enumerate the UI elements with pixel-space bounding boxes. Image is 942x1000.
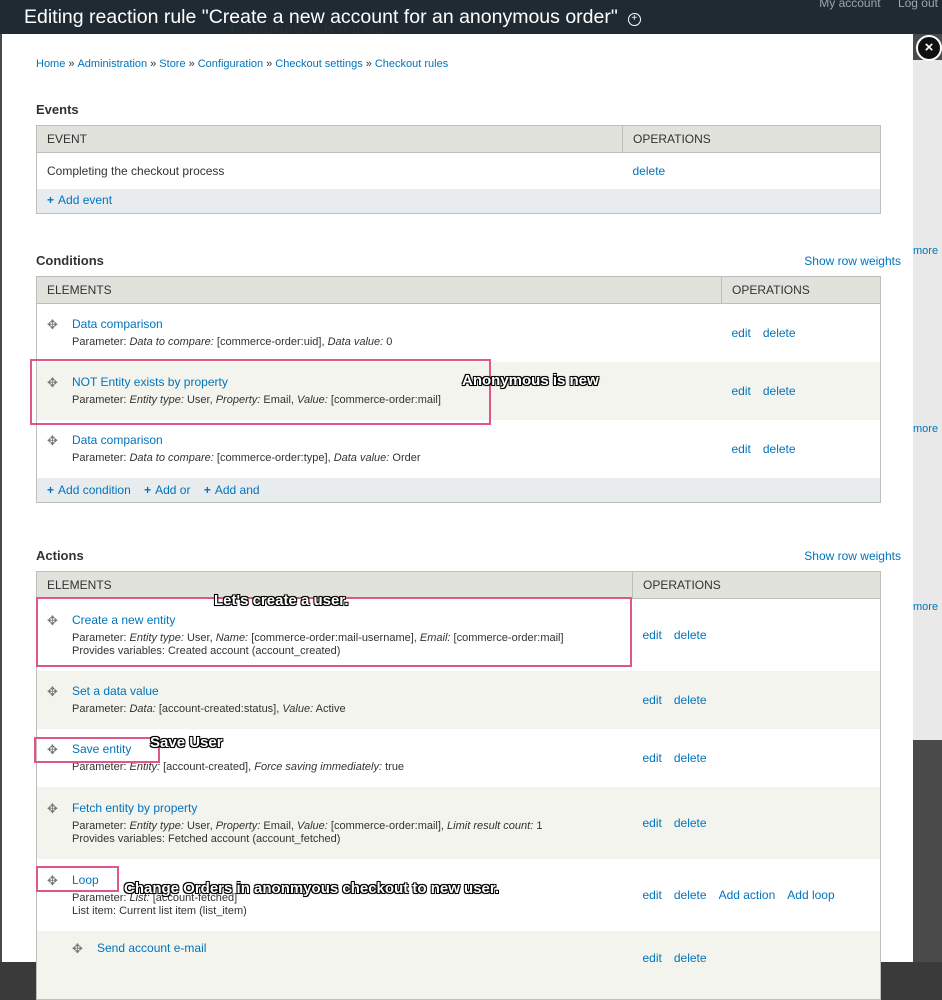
events-heading: Events <box>36 102 79 117</box>
actions-show-row-weights-link[interactable]: Show row weights <box>804 549 901 563</box>
plus-icon: + <box>47 483 55 497</box>
action-provides: List item: Current list item (list_item) <box>72 904 247 917</box>
table-row: Completing the checkout process delete <box>36 152 881 189</box>
action-edit-link[interactable]: edit <box>643 816 662 830</box>
annotation-change-orders: Change Orders in anonmyous checkout to n… <box>124 880 500 897</box>
conditions-heading: Conditions <box>36 253 104 268</box>
condition-delete-link[interactable]: delete <box>763 326 796 340</box>
drag-handle-icon[interactable]: ✥ <box>47 317 58 333</box>
drag-handle-icon[interactable]: ✥ <box>72 941 83 957</box>
breadcrumb-store[interactable]: Store <box>159 58 185 70</box>
action-title-link[interactable]: Set a data value <box>72 684 159 698</box>
background-user-links: My account Log out <box>805 0 938 10</box>
condition-parameters: Parameter: Data to compare: [commerce-or… <box>72 336 393 348</box>
breadcrumb-home[interactable]: Home <box>36 58 65 70</box>
annotation-anonymous-is-new: Anonymous is new <box>462 372 599 389</box>
events-table: EVENT OPERATIONS Completing the checkout… <box>36 125 881 214</box>
add-loop-link[interactable]: Add loop <box>787 888 834 902</box>
plus-icon: + <box>47 193 55 207</box>
condition-delete-link[interactable]: delete <box>763 384 796 398</box>
events-header-operations: OPERATIONS <box>622 125 881 153</box>
conditions-footer: + Add condition + Add or + Add and <box>36 478 881 503</box>
action-parameters: Parameter: Entity type: User, Property: … <box>72 819 543 832</box>
condition-edit-link[interactable]: edit <box>732 442 751 456</box>
log-out-link: Log out <box>897 0 938 10</box>
conditions-header-operations: OPERATIONS <box>721 276 881 304</box>
action-edit-link[interactable]: edit <box>643 628 662 642</box>
condition-delete-link[interactable]: delete <box>763 442 796 456</box>
background-sidebar <box>913 60 942 740</box>
add-and-link[interactable]: + Add and <box>204 483 260 497</box>
add-event-label: Add event <box>58 193 113 207</box>
action-edit-link[interactable]: edit <box>643 751 662 765</box>
breadcrumb-administration[interactable]: Administration <box>77 58 147 70</box>
condition-title-link[interactable]: Data comparison <box>72 317 163 331</box>
condition-parameters: Parameter: Data to compare: [commerce-or… <box>72 452 421 464</box>
drag-handle-icon[interactable]: ✥ <box>47 684 58 700</box>
action-delete-link[interactable]: delete <box>674 693 707 707</box>
background-more-link: more <box>913 601 939 613</box>
annotation-box-loop <box>36 866 119 892</box>
action-delete-link[interactable]: delete <box>674 628 707 642</box>
conditions-show-row-weights-link[interactable]: Show row weights <box>804 254 901 268</box>
breadcrumb: Home» Administration» Store» Configuration»… <box>36 58 449 70</box>
add-and-label: Add and <box>214 483 260 497</box>
events-header-event: EVENT <box>36 125 623 153</box>
background-more-link: more <box>913 423 939 435</box>
table-row: ✥ Set a data value Parameter: Data: [acc… <box>36 671 881 729</box>
action-title-link[interactable]: Fetch entity by property <box>72 801 197 815</box>
event-name: Completing the checkout process <box>36 152 623 189</box>
plus-icon: + <box>203 483 211 497</box>
conditions-header-elements: ELEMENTS <box>36 276 722 304</box>
action-title-link[interactable]: Send account e-mail <box>97 941 206 955</box>
table-row: ✥ Fetch entity by property Parameter: En… <box>36 787 881 859</box>
actions-header-operations: OPERATIONS <box>632 571 881 599</box>
drag-handle-icon[interactable]: ✥ <box>47 433 58 449</box>
add-event-link[interactable]: + Add event <box>47 193 112 207</box>
action-delete-link[interactable]: delete <box>674 888 707 902</box>
add-condition-link[interactable]: + Add condition <box>47 483 131 497</box>
add-or-link[interactable]: + Add or <box>144 483 190 497</box>
action-edit-link[interactable]: edit <box>643 693 662 707</box>
condition-title-link[interactable]: Data comparison <box>72 433 163 447</box>
annotation-box-anonymous <box>30 359 491 425</box>
event-delete-link[interactable]: delete <box>633 164 666 178</box>
action-edit-link[interactable]: edit <box>643 888 662 902</box>
table-row: ✥ Data comparison Parameter: Data to com… <box>36 420 881 478</box>
overlay-content: Home» Administration» Store» Configuration»… <box>2 34 913 1000</box>
breadcrumb-configuration[interactable]: Configuration <box>198 58 263 70</box>
condition-edit-link[interactable]: edit <box>732 384 751 398</box>
action-provides: Provides variables: Fetched account (acc… <box>72 832 341 845</box>
action-parameters: Parameter: Data: [account-created:status… <box>72 703 346 715</box>
annotation-save-user: Save User <box>150 734 223 751</box>
shortcut-add-icon[interactable]: + <box>627 13 641 26</box>
breadcrumb-checkout-rules[interactable]: Checkout rules <box>375 58 448 70</box>
drag-handle-icon[interactable]: ✥ <box>47 801 58 817</box>
table-row: ✥ Data comparison Parameter: Data to com… <box>36 303 881 362</box>
plus-icon: + <box>144 483 152 497</box>
action-edit-link[interactable]: edit <box>643 951 662 965</box>
add-condition-label: Add condition <box>58 483 131 497</box>
overlay-title: Editing reaction rule "Create a new acco… <box>24 6 641 29</box>
condition-edit-link[interactable]: edit <box>732 326 751 340</box>
annotation-box-save-user <box>34 737 160 763</box>
add-action-link[interactable]: Add action <box>719 888 776 902</box>
my-account-link: My account <box>819 0 881 10</box>
add-or-label: Add or <box>155 483 191 497</box>
close-icon[interactable]: × <box>916 35 942 61</box>
breadcrumb-checkout-settings[interactable]: Checkout settings <box>275 58 362 70</box>
table-row: ✥ Send account e-mail edit delete <box>36 931 881 1000</box>
background-more-link: more <box>913 245 939 257</box>
events-footer: + Add event <box>36 189 881 214</box>
annotation-create-user: Let's create a user. <box>214 592 349 609</box>
action-delete-link[interactable]: delete <box>674 751 707 765</box>
action-delete-link[interactable]: delete <box>674 951 707 965</box>
overlay-title-text: Editing reaction rule "Create a new acco… <box>24 6 618 28</box>
actions-heading: Actions <box>36 548 84 563</box>
action-delete-link[interactable]: delete <box>674 816 707 830</box>
